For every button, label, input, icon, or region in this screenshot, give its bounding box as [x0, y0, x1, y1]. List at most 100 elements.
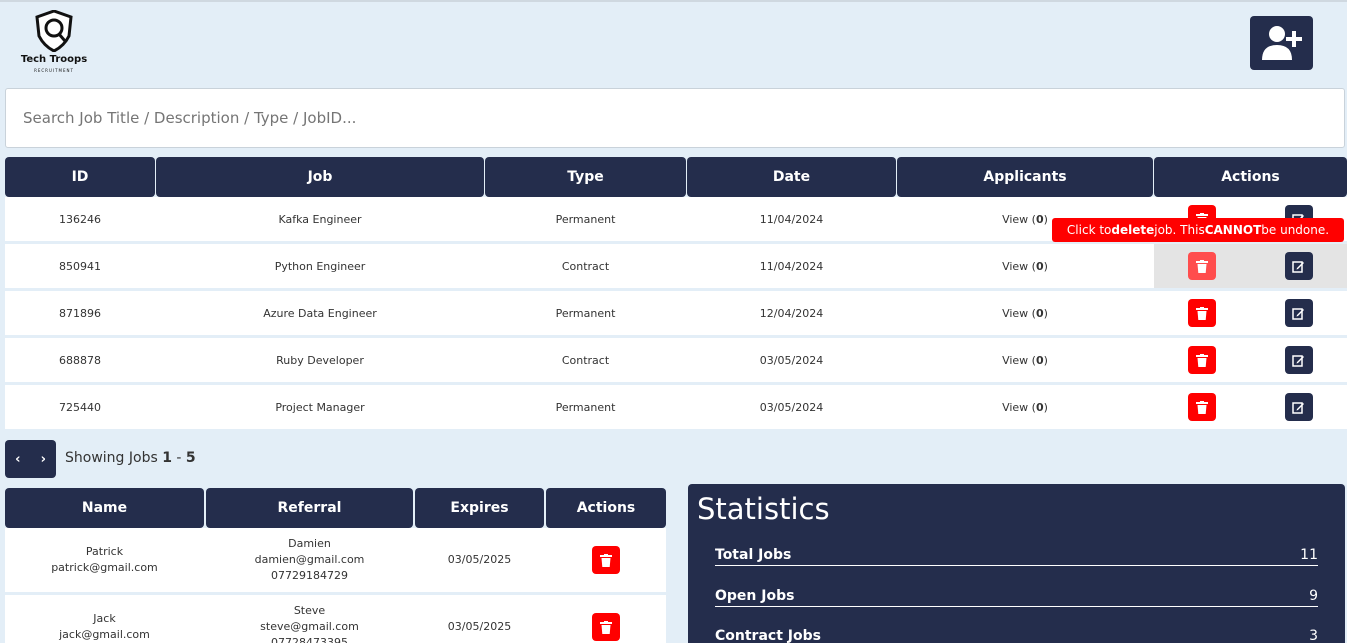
header-expires[interactable]: Expires	[415, 488, 544, 528]
edit-button[interactable]	[1284, 393, 1313, 421]
view-close: )	[1043, 212, 1048, 226]
header-id[interactable]: ID	[5, 157, 155, 197]
job-title: Project Manager	[275, 400, 365, 414]
header-actions: Actions	[1154, 157, 1347, 197]
expires-date: 03/05/2025	[447, 553, 512, 566]
top-border	[0, 0, 1347, 2]
header-ref-actions: Actions	[546, 488, 666, 528]
table-row: 850941 Python Engineer Contract 11/04/20…	[5, 244, 1347, 288]
referral-cell: Damien damien@gmail.com 07729184729	[206, 528, 413, 592]
view-close: )	[1043, 353, 1048, 367]
edit-button[interactable]	[1284, 299, 1313, 327]
shield-magnifier-icon	[35, 10, 73, 52]
header-type[interactable]: Type	[485, 157, 686, 197]
view-label: View (	[1002, 400, 1036, 414]
job-date: 03/05/2024	[759, 400, 824, 414]
brand-logo[interactable]: Tech Troops RECRUITMENT	[18, 10, 90, 76]
job-type: Contract	[561, 353, 610, 367]
next-page-button[interactable]: ›	[41, 452, 46, 467]
delete-referral-button[interactable]	[592, 546, 620, 574]
job-id: 871896	[59, 306, 101, 320]
referrer-name: Damien	[288, 537, 331, 550]
header-date[interactable]: Date	[687, 157, 896, 197]
statistics-title: Statistics	[697, 492, 830, 526]
header-job[interactable]: Job	[156, 157, 484, 197]
job-title: Kafka Engineer	[278, 212, 362, 226]
add-user-icon	[1261, 26, 1302, 60]
candidate-name: Patrick	[85, 545, 124, 558]
trash-icon	[1196, 353, 1209, 367]
edit-icon	[1292, 354, 1305, 367]
delete-button[interactable]	[1188, 299, 1217, 327]
stat-value: 3	[1309, 628, 1318, 643]
job-date: 11/04/2024	[759, 212, 824, 226]
trash-icon	[600, 620, 612, 634]
add-user-button[interactable]	[1250, 16, 1313, 70]
applicant-count: 0	[1035, 306, 1044, 320]
tooltip-emphasis-delete: delete	[1111, 223, 1155, 237]
tooltip-emphasis-cannot: CANNOT	[1204, 223, 1262, 237]
edit-icon	[1292, 307, 1305, 320]
delete-button[interactable]	[1188, 393, 1217, 421]
job-date: 11/04/2024	[759, 259, 824, 273]
delete-referral-button[interactable]	[592, 613, 620, 641]
table-row: 688878 Ruby Developer Contract 03/05/202…	[5, 338, 1347, 382]
edit-button[interactable]	[1284, 252, 1313, 280]
view-applicants-link[interactable]: View (0)	[897, 385, 1153, 429]
job-date: 12/04/2024	[759, 306, 824, 320]
applicant-count: 0	[1035, 400, 1044, 414]
job-id: 850941	[59, 259, 101, 273]
edit-icon	[1292, 401, 1305, 414]
view-applicants-link[interactable]: View (0)	[897, 244, 1153, 288]
job-id: 136246	[59, 212, 101, 226]
stat-value: 9	[1309, 588, 1318, 604]
stat-label: Total Jobs	[715, 547, 792, 563]
stat-open-jobs: Open Jobs 9	[715, 587, 1318, 607]
delete-button[interactable]	[1188, 346, 1217, 374]
referrer-email: damien@gmail.com	[254, 553, 365, 566]
table-row: Jack jack@gmail.com Steve steve@gmail.co…	[5, 595, 666, 643]
header-referral[interactable]: Referral	[206, 488, 413, 528]
trash-icon	[600, 553, 612, 567]
view-applicants-link[interactable]: View (0)	[897, 291, 1153, 335]
stat-label: Contract Jobs	[715, 628, 821, 643]
showing-to: 5	[185, 450, 196, 466]
job-type: Contract	[561, 259, 610, 273]
trash-icon	[1196, 400, 1209, 414]
stat-value: 11	[1300, 547, 1318, 563]
table-row: 871896 Azure Data Engineer Permanent 12/…	[5, 291, 1347, 335]
applicant-count: 0	[1035, 259, 1044, 273]
delete-tooltip: Click to delete job. This CANNOT be undo…	[1052, 218, 1344, 242]
table-row: 725440 Project Manager Permanent 03/05/2…	[5, 385, 1347, 429]
job-id: 688878	[59, 353, 101, 367]
candidate-cell: Patrick patrick@gmail.com	[5, 528, 204, 592]
referrer-email: steve@gmail.com	[260, 620, 359, 633]
referrer-phone: 07729184729	[271, 569, 348, 582]
actions-cell	[1154, 244, 1347, 288]
view-label: View (	[1002, 306, 1036, 320]
referrer-phone: 07728473395	[271, 636, 348, 643]
prev-page-button[interactable]: ‹	[15, 452, 20, 467]
pagination: ‹ ›	[5, 440, 56, 478]
job-title: Azure Data Engineer	[263, 306, 377, 320]
header-applicants[interactable]: Applicants	[897, 157, 1153, 197]
header-name[interactable]: Name	[5, 488, 204, 528]
search-input[interactable]	[5, 88, 1345, 148]
edit-button[interactable]	[1284, 346, 1313, 374]
candidate-cell: Jack jack@gmail.com	[5, 595, 204, 643]
view-label: View (	[1002, 353, 1036, 367]
actions-cell	[1154, 291, 1347, 335]
view-applicants-link[interactable]: View (0)	[897, 338, 1153, 382]
showing-jobs-text: Showing Jobs 1 - 5	[65, 450, 196, 466]
applicant-count: 0	[1035, 353, 1044, 367]
job-date: 03/05/2024	[759, 353, 824, 367]
actions-cell	[1154, 385, 1347, 429]
view-label: View (	[1002, 212, 1036, 226]
brand-name: Tech Troops	[20, 54, 88, 65]
ref-actions-cell	[546, 528, 666, 592]
expires-date: 03/05/2025	[447, 620, 512, 633]
job-id: 725440	[59, 400, 101, 414]
delete-button[interactable]	[1188, 252, 1217, 280]
job-title: Ruby Developer	[276, 353, 364, 367]
ref-actions-cell	[546, 595, 666, 643]
